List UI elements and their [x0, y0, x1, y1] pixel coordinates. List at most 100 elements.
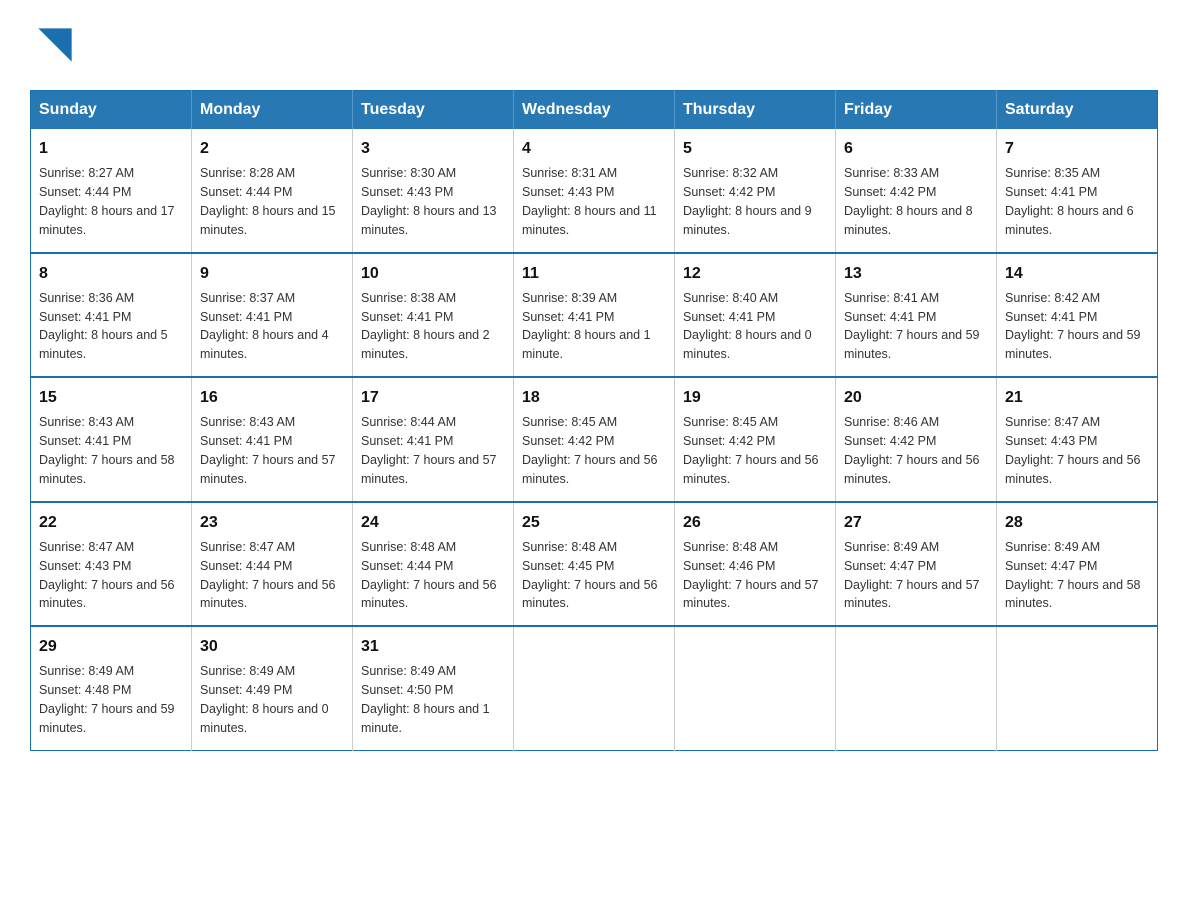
day-info: Sunrise: 8:45 AMSunset: 4:42 PMDaylight:…	[522, 415, 658, 486]
day-number: 4	[522, 137, 666, 160]
day-info: Sunrise: 8:47 AMSunset: 4:43 PMDaylight:…	[39, 540, 175, 611]
weekday-header-row: SundayMondayTuesdayWednesdayThursdayFrid…	[31, 91, 1158, 130]
day-number: 8	[39, 262, 183, 285]
day-number: 15	[39, 386, 183, 409]
day-info: Sunrise: 8:46 AMSunset: 4:42 PMDaylight:…	[844, 415, 980, 486]
day-number: 23	[200, 511, 344, 534]
day-info: Sunrise: 8:32 AMSunset: 4:42 PMDaylight:…	[683, 166, 812, 237]
calendar-cell: 14 Sunrise: 8:42 AMSunset: 4:41 PMDaylig…	[997, 253, 1158, 378]
day-info: Sunrise: 8:28 AMSunset: 4:44 PMDaylight:…	[200, 166, 336, 237]
calendar-cell: 2 Sunrise: 8:28 AMSunset: 4:44 PMDayligh…	[192, 129, 353, 253]
day-info: Sunrise: 8:37 AMSunset: 4:41 PMDaylight:…	[200, 291, 329, 362]
calendar-cell: 31 Sunrise: 8:49 AMSunset: 4:50 PMDaylig…	[353, 626, 514, 750]
weekday-header-friday: Friday	[836, 91, 997, 130]
calendar-cell	[514, 626, 675, 750]
day-number: 26	[683, 511, 827, 534]
day-info: Sunrise: 8:30 AMSunset: 4:43 PMDaylight:…	[361, 166, 497, 237]
weekday-header-wednesday: Wednesday	[514, 91, 675, 130]
day-info: Sunrise: 8:45 AMSunset: 4:42 PMDaylight:…	[683, 415, 819, 486]
calendar-cell: 28 Sunrise: 8:49 AMSunset: 4:47 PMDaylig…	[997, 502, 1158, 627]
day-number: 9	[200, 262, 344, 285]
week-row-5: 29 Sunrise: 8:49 AMSunset: 4:48 PMDaylig…	[31, 626, 1158, 750]
weekday-header-monday: Monday	[192, 91, 353, 130]
calendar-cell: 15 Sunrise: 8:43 AMSunset: 4:41 PMDaylig…	[31, 377, 192, 502]
day-number: 16	[200, 386, 344, 409]
week-row-1: 1 Sunrise: 8:27 AMSunset: 4:44 PMDayligh…	[31, 129, 1158, 253]
day-info: Sunrise: 8:48 AMSunset: 4:46 PMDaylight:…	[683, 540, 819, 611]
day-info: Sunrise: 8:31 AMSunset: 4:43 PMDaylight:…	[522, 166, 657, 237]
day-info: Sunrise: 8:33 AMSunset: 4:42 PMDaylight:…	[844, 166, 973, 237]
day-number: 17	[361, 386, 505, 409]
calendar-cell: 6 Sunrise: 8:33 AMSunset: 4:42 PMDayligh…	[836, 129, 997, 253]
day-info: Sunrise: 8:49 AMSunset: 4:49 PMDaylight:…	[200, 664, 329, 735]
week-row-3: 15 Sunrise: 8:43 AMSunset: 4:41 PMDaylig…	[31, 377, 1158, 502]
day-number: 25	[522, 511, 666, 534]
day-number: 7	[1005, 137, 1149, 160]
day-number: 27	[844, 511, 988, 534]
day-number: 3	[361, 137, 505, 160]
day-info: Sunrise: 8:43 AMSunset: 4:41 PMDaylight:…	[200, 415, 336, 486]
day-number: 21	[1005, 386, 1149, 409]
day-number: 2	[200, 137, 344, 160]
day-info: Sunrise: 8:40 AMSunset: 4:41 PMDaylight:…	[683, 291, 812, 362]
day-number: 13	[844, 262, 988, 285]
calendar-cell: 22 Sunrise: 8:47 AMSunset: 4:43 PMDaylig…	[31, 502, 192, 627]
day-info: Sunrise: 8:49 AMSunset: 4:47 PMDaylight:…	[844, 540, 980, 611]
day-info: Sunrise: 8:36 AMSunset: 4:41 PMDaylight:…	[39, 291, 168, 362]
calendar-cell: 13 Sunrise: 8:41 AMSunset: 4:41 PMDaylig…	[836, 253, 997, 378]
calendar-table: SundayMondayTuesdayWednesdayThursdayFrid…	[30, 90, 1158, 751]
day-info: Sunrise: 8:49 AMSunset: 4:50 PMDaylight:…	[361, 664, 490, 735]
day-info: Sunrise: 8:42 AMSunset: 4:41 PMDaylight:…	[1005, 291, 1141, 362]
day-number: 11	[522, 262, 666, 285]
day-number: 30	[200, 635, 344, 658]
calendar-cell: 4 Sunrise: 8:31 AMSunset: 4:43 PMDayligh…	[514, 129, 675, 253]
calendar-cell: 30 Sunrise: 8:49 AMSunset: 4:49 PMDaylig…	[192, 626, 353, 750]
day-number: 10	[361, 262, 505, 285]
day-info: Sunrise: 8:49 AMSunset: 4:47 PMDaylight:…	[1005, 540, 1141, 611]
calendar-cell: 17 Sunrise: 8:44 AMSunset: 4:41 PMDaylig…	[353, 377, 514, 502]
calendar-cell: 26 Sunrise: 8:48 AMSunset: 4:46 PMDaylig…	[675, 502, 836, 627]
day-info: Sunrise: 8:39 AMSunset: 4:41 PMDaylight:…	[522, 291, 651, 362]
calendar-cell: 7 Sunrise: 8:35 AMSunset: 4:41 PMDayligh…	[997, 129, 1158, 253]
day-number: 28	[1005, 511, 1149, 534]
day-number: 20	[844, 386, 988, 409]
day-info: Sunrise: 8:38 AMSunset: 4:41 PMDaylight:…	[361, 291, 490, 362]
calendar-cell: 18 Sunrise: 8:45 AMSunset: 4:42 PMDaylig…	[514, 377, 675, 502]
calendar-cell: 19 Sunrise: 8:45 AMSunset: 4:42 PMDaylig…	[675, 377, 836, 502]
calendar-cell: 11 Sunrise: 8:39 AMSunset: 4:41 PMDaylig…	[514, 253, 675, 378]
day-number: 5	[683, 137, 827, 160]
calendar-cell: 3 Sunrise: 8:30 AMSunset: 4:43 PMDayligh…	[353, 129, 514, 253]
logo	[30, 20, 86, 70]
day-number: 22	[39, 511, 183, 534]
day-number: 18	[522, 386, 666, 409]
calendar-cell: 1 Sunrise: 8:27 AMSunset: 4:44 PMDayligh…	[31, 129, 192, 253]
calendar-cell: 20 Sunrise: 8:46 AMSunset: 4:42 PMDaylig…	[836, 377, 997, 502]
calendar-cell: 25 Sunrise: 8:48 AMSunset: 4:45 PMDaylig…	[514, 502, 675, 627]
day-info: Sunrise: 8:43 AMSunset: 4:41 PMDaylight:…	[39, 415, 175, 486]
day-number: 14	[1005, 262, 1149, 285]
day-info: Sunrise: 8:47 AMSunset: 4:43 PMDaylight:…	[1005, 415, 1141, 486]
calendar-cell	[836, 626, 997, 750]
weekday-header-saturday: Saturday	[997, 91, 1158, 130]
day-info: Sunrise: 8:47 AMSunset: 4:44 PMDaylight:…	[200, 540, 336, 611]
day-info: Sunrise: 8:41 AMSunset: 4:41 PMDaylight:…	[844, 291, 980, 362]
week-row-2: 8 Sunrise: 8:36 AMSunset: 4:41 PMDayligh…	[31, 253, 1158, 378]
page-header	[30, 20, 1158, 70]
day-number: 1	[39, 137, 183, 160]
calendar-cell	[997, 626, 1158, 750]
day-info: Sunrise: 8:35 AMSunset: 4:41 PMDaylight:…	[1005, 166, 1134, 237]
day-info: Sunrise: 8:48 AMSunset: 4:44 PMDaylight:…	[361, 540, 497, 611]
calendar-cell: 29 Sunrise: 8:49 AMSunset: 4:48 PMDaylig…	[31, 626, 192, 750]
calendar-cell: 12 Sunrise: 8:40 AMSunset: 4:41 PMDaylig…	[675, 253, 836, 378]
calendar-cell: 8 Sunrise: 8:36 AMSunset: 4:41 PMDayligh…	[31, 253, 192, 378]
day-number: 31	[361, 635, 505, 658]
calendar-cell: 5 Sunrise: 8:32 AMSunset: 4:42 PMDayligh…	[675, 129, 836, 253]
day-number: 24	[361, 511, 505, 534]
day-info: Sunrise: 8:44 AMSunset: 4:41 PMDaylight:…	[361, 415, 497, 486]
calendar-cell: 10 Sunrise: 8:38 AMSunset: 4:41 PMDaylig…	[353, 253, 514, 378]
day-info: Sunrise: 8:27 AMSunset: 4:44 PMDaylight:…	[39, 166, 175, 237]
day-number: 29	[39, 635, 183, 658]
calendar-cell: 16 Sunrise: 8:43 AMSunset: 4:41 PMDaylig…	[192, 377, 353, 502]
calendar-cell: 21 Sunrise: 8:47 AMSunset: 4:43 PMDaylig…	[997, 377, 1158, 502]
calendar-cell: 24 Sunrise: 8:48 AMSunset: 4:44 PMDaylig…	[353, 502, 514, 627]
